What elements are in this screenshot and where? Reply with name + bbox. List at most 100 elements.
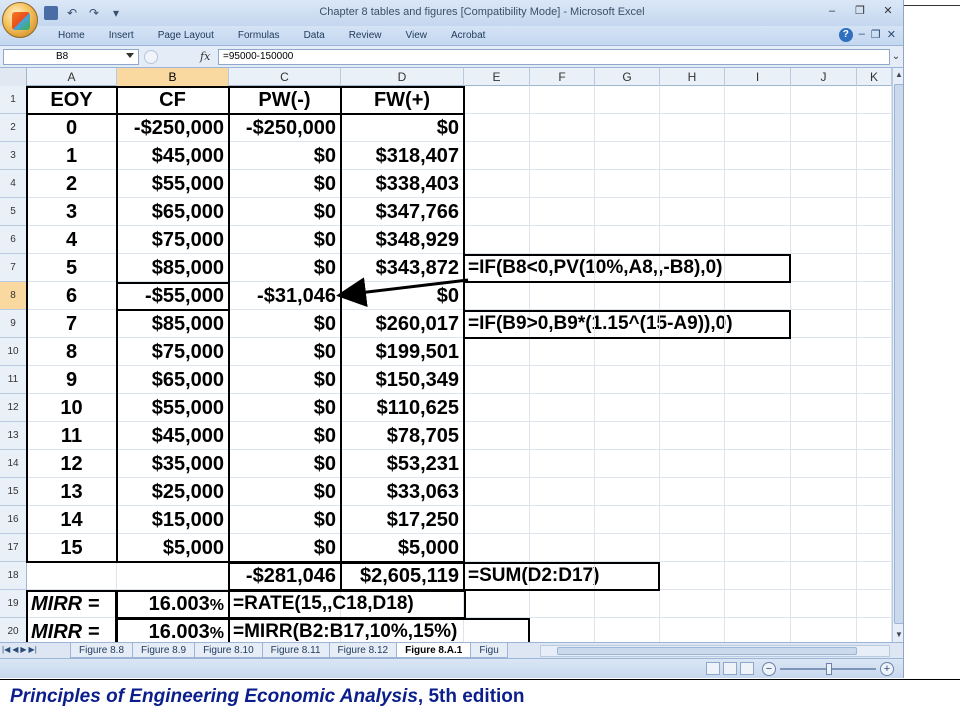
cell-d11[interactable]: $150,349 — [341, 366, 464, 394]
sheet-tab-figure-8-a-1[interactable]: Figure 8.A.1 — [396, 643, 472, 658]
cell-j10[interactable] — [791, 338, 857, 366]
cell-d1[interactable]: FW(+) — [341, 86, 464, 114]
zoom-slider-knob[interactable] — [826, 663, 832, 675]
cell-i19[interactable] — [725, 590, 791, 618]
cell-i15[interactable] — [725, 478, 791, 506]
column-header-a[interactable]: A — [27, 68, 117, 86]
cell-j9[interactable] — [791, 310, 857, 338]
cell-j8[interactable] — [791, 282, 857, 310]
cell-c10[interactable]: $0 — [229, 338, 341, 366]
sheet-tab-figure-8-10[interactable]: Figure 8.10 — [194, 643, 263, 658]
cell-i14[interactable] — [725, 450, 791, 478]
cell-c15[interactable]: $0 — [229, 478, 341, 506]
row-header-14[interactable]: 14 — [0, 450, 27, 478]
horizontal-scrollbar[interactable] — [540, 645, 890, 657]
cell-a1[interactable]: EOY — [27, 86, 117, 114]
cell-g13[interactable] — [595, 422, 660, 450]
cell-j1[interactable] — [791, 86, 857, 114]
cell-k13[interactable] — [857, 422, 892, 450]
cell-i11[interactable] — [725, 366, 791, 394]
cell-e11[interactable] — [464, 366, 530, 394]
cell-k14[interactable] — [857, 450, 892, 478]
cell-e16[interactable] — [464, 506, 530, 534]
cell-h16[interactable] — [660, 506, 725, 534]
cell-c12[interactable]: $0 — [229, 394, 341, 422]
cell-f14[interactable] — [530, 450, 595, 478]
cell-h17[interactable] — [660, 534, 725, 562]
column-header-c[interactable]: C — [229, 68, 341, 86]
cell-c6[interactable]: $0 — [229, 226, 341, 254]
column-header-j[interactable]: J — [791, 68, 857, 86]
row-header-2[interactable]: 2 — [0, 114, 27, 142]
cell-d7[interactable]: $343,872 — [341, 254, 464, 282]
cell-c5[interactable]: $0 — [229, 198, 341, 226]
cell-d6[interactable]: $348,929 — [341, 226, 464, 254]
cell-i4[interactable] — [725, 170, 791, 198]
cell-j3[interactable] — [791, 142, 857, 170]
cell-b3[interactable]: $45,000 — [117, 142, 229, 170]
cell-c8[interactable]: -$31,046 — [229, 282, 341, 310]
formula-input[interactable]: =95000-150000 — [218, 49, 890, 65]
cell-h12[interactable] — [660, 394, 725, 422]
cell-i12[interactable] — [725, 394, 791, 422]
cell-g17[interactable] — [595, 534, 660, 562]
ribbon-minimize-icon[interactable]: – — [859, 28, 865, 42]
cell-g14[interactable] — [595, 450, 660, 478]
cell-f9[interactable] — [530, 310, 595, 338]
cell-b4[interactable]: $55,000 — [117, 170, 229, 198]
cell-f15[interactable] — [530, 478, 595, 506]
cell-a13[interactable]: 11 — [27, 422, 117, 450]
cell-a17[interactable]: 15 — [27, 534, 117, 562]
cell-h14[interactable] — [660, 450, 725, 478]
cell-h8[interactable] — [660, 282, 725, 310]
row-header-15[interactable]: 15 — [0, 478, 27, 506]
cell-f18[interactable] — [530, 562, 595, 590]
cell-k17[interactable] — [857, 534, 892, 562]
ribbon-tab-home[interactable]: Home — [46, 29, 97, 42]
cell-c16[interactable]: $0 — [229, 506, 341, 534]
cell-h9[interactable] — [660, 310, 725, 338]
cell-i17[interactable] — [725, 534, 791, 562]
cell-f4[interactable] — [530, 170, 595, 198]
cell-d17[interactable]: $5,000 — [341, 534, 464, 562]
row-header-4[interactable]: 4 — [0, 170, 27, 198]
row-header-18[interactable]: 18 — [0, 562, 27, 590]
row-header-7[interactable]: 7 — [0, 254, 27, 282]
cell-f10[interactable] — [530, 338, 595, 366]
sheet-tab-figure-8-11[interactable]: Figure 8.11 — [261, 643, 330, 658]
cell-f6[interactable] — [530, 226, 595, 254]
column-header-f[interactable]: F — [530, 68, 595, 86]
cell-e2[interactable] — [464, 114, 530, 142]
cell-e15[interactable] — [464, 478, 530, 506]
column-header-h[interactable]: H — [660, 68, 725, 86]
zoom-out-button[interactable]: − — [762, 662, 776, 676]
column-header-g[interactable]: G — [595, 68, 660, 86]
cell-b15[interactable]: $25,000 — [117, 478, 229, 506]
row-header-3[interactable]: 3 — [0, 142, 27, 170]
cell-e10[interactable] — [464, 338, 530, 366]
ribbon-close-icon[interactable]: ✕ — [887, 28, 896, 42]
cell-f5[interactable] — [530, 198, 595, 226]
cell-k4[interactable] — [857, 170, 892, 198]
expand-formula-bar-icon[interactable]: ⌄ — [890, 50, 902, 64]
cell-g19[interactable] — [595, 590, 660, 618]
formula-cancel-icon[interactable] — [144, 50, 158, 64]
cell-e1[interactable] — [464, 86, 530, 114]
cell-e19[interactable] — [464, 590, 530, 618]
cell-c18[interactable]: -$281,046 — [229, 562, 341, 590]
cell-d15[interactable]: $33,063 — [341, 478, 464, 506]
next-sheet-icon[interactable]: ▶ — [20, 645, 26, 654]
cell-e7[interactable]: =IF(B8<0,PV(10%,A8,,-B8),0) — [464, 254, 722, 282]
cell-g1[interactable] — [595, 86, 660, 114]
cell-k5[interactable] — [857, 198, 892, 226]
sheet-tab-figure-8-8[interactable]: Figure 8.8 — [70, 643, 134, 658]
cell-i9[interactable] — [725, 310, 791, 338]
cell-h1[interactable] — [660, 86, 725, 114]
cell-j4[interactable] — [791, 170, 857, 198]
cell-c4[interactable]: $0 — [229, 170, 341, 198]
cell-e9[interactable]: =IF(B9>0,B9*(1.15^(15-A9)),0) — [464, 310, 733, 338]
cell-i7[interactable] — [725, 254, 791, 282]
cell-d4[interactable]: $338,403 — [341, 170, 464, 198]
cell-h3[interactable] — [660, 142, 725, 170]
insert-function-button[interactable]: fx — [200, 50, 210, 63]
